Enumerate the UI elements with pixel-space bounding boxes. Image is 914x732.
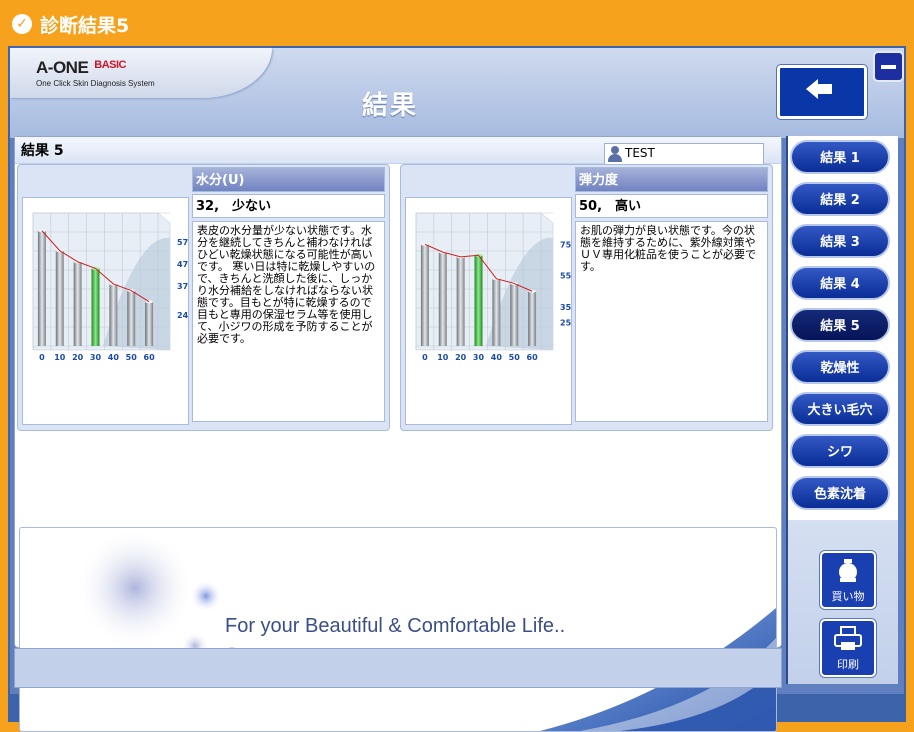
back-button[interactable] bbox=[777, 65, 867, 119]
moisture-panel: 0 10 20 30 40 50 60 57 47 37 24 水分(U) 32, 少ない 表皮の水… bbox=[17, 164, 390, 431]
sidebar-item-result-5[interactable]: 結果 5 bbox=[790, 308, 890, 342]
elasticity-chart: 0 10 20 30 40 50 60 75 55 35 25 bbox=[415, 212, 572, 362]
elasticity-description: お肌の弾力が良い状態です。今の状態を維持するために、紫外線対策やＵＶ専用化粧品を… bbox=[575, 221, 768, 422]
shopping-bottle-icon bbox=[839, 559, 857, 582]
result-content: 結果 5 TEST 0 10 20 30 40 50 60 57 47 37 24 水分(U) 32… bbox=[14, 136, 782, 732]
bottom-strip bbox=[14, 648, 782, 688]
user-icon bbox=[608, 146, 622, 162]
chart-bar bbox=[456, 256, 465, 346]
chart-bar bbox=[109, 283, 118, 346]
shopping-button[interactable]: 買い物 bbox=[820, 551, 876, 609]
logo: A-ONE BASIC One Click Skin Diagnosis Syst… bbox=[10, 48, 272, 98]
logo-main: A-ONE bbox=[36, 58, 89, 77]
moisture-title: 水分(U) bbox=[192, 167, 385, 192]
x-tick-label: 10 bbox=[437, 353, 449, 362]
user-name: TEST bbox=[625, 146, 655, 160]
sidebar-item-result-2[interactable]: 結果 2 bbox=[790, 182, 890, 216]
chart-bar bbox=[510, 283, 519, 346]
x-tick-label: 30 bbox=[90, 353, 102, 362]
page-title: 結果 bbox=[361, 91, 418, 121]
x-tick-label: 60 bbox=[527, 353, 539, 362]
chart-bar bbox=[492, 278, 501, 346]
window-title: 診断結果5 bbox=[40, 15, 130, 37]
x-tick-label: 0 bbox=[422, 353, 428, 362]
x-tick-label: 20 bbox=[455, 353, 467, 362]
chart-bar bbox=[73, 261, 82, 346]
x-tick-label: 10 bbox=[54, 353, 66, 362]
y-tick-label: 75 bbox=[560, 240, 571, 249]
y-tick-label: 24 bbox=[177, 311, 188, 320]
chart-bar bbox=[37, 230, 46, 346]
sidebar-item-pigmentation[interactable]: 色素沈着 bbox=[790, 476, 890, 510]
app-area: A-ONE BASIC One Click Skin Diagnosis Syst… bbox=[10, 48, 904, 732]
user-field: TEST bbox=[604, 143, 764, 165]
x-tick-label: 30 bbox=[473, 353, 485, 362]
elasticity-title: 弾力度 bbox=[575, 167, 768, 192]
x-tick-label: 0 bbox=[39, 353, 45, 362]
banner-text: For your Beautiful & Comfortable Life.. bbox=[225, 615, 566, 637]
print-button[interactable]: 印刷 bbox=[820, 619, 876, 677]
y-tick-label: 55 bbox=[560, 272, 571, 281]
logo-tagline: One Click Skin Diagnosis System bbox=[36, 79, 155, 88]
sidebar-item-large-pores[interactable]: 大きい毛穴 bbox=[790, 392, 890, 426]
moisture-description: 表皮の水分量が少ない状態です。水分を継続してきちんと補わなければひどい乾燥状態に… bbox=[192, 221, 385, 422]
chart-bar bbox=[438, 252, 447, 346]
sidebar-item-result-4[interactable]: 結果 4 bbox=[790, 266, 890, 300]
x-tick-label: 20 bbox=[72, 353, 84, 362]
y-tick-label: 57 bbox=[177, 238, 188, 247]
minimize-button[interactable] bbox=[873, 51, 904, 82]
window-titlebar: ✓ 診断結果5 bbox=[0, 0, 914, 46]
x-tick-label: 40 bbox=[491, 353, 503, 362]
chart-bar-highlight bbox=[474, 255, 483, 346]
y-tick-label: 37 bbox=[177, 282, 188, 291]
x-tick-label: 50 bbox=[509, 353, 521, 362]
chart-bar-highlight bbox=[91, 268, 100, 346]
moisture-chart-box: 0 10 20 30 40 50 60 57 47 37 24 bbox=[22, 197, 189, 425]
sidebar-item-wrinkles[interactable]: シワ bbox=[790, 434, 890, 468]
moisture-value: 32, 少ない bbox=[192, 194, 385, 218]
chart-bar bbox=[420, 244, 429, 346]
chart-bar bbox=[528, 291, 537, 346]
chart-bar bbox=[127, 290, 136, 346]
elasticity-chart-box: 0 10 20 30 40 50 60 75 55 35 25 bbox=[405, 197, 572, 425]
check-icon: ✓ bbox=[12, 14, 32, 34]
x-tick-label: 40 bbox=[108, 353, 120, 362]
sidebar-item-dryness[interactable]: 乾燥性 bbox=[790, 350, 890, 384]
y-tick-label: 25 bbox=[560, 319, 571, 328]
chart-bar bbox=[55, 250, 64, 346]
app-header: A-ONE BASIC One Click Skin Diagnosis Syst… bbox=[10, 48, 904, 138]
elasticity-panel: 0 10 20 30 40 50 60 75 55 35 25 弾力度 50, 高い お肌の弾力が良… bbox=[400, 164, 773, 431]
sidebar: 結果 1 結果 2 結果 3 結果 4 結果 5 乾燥性 大きい毛穴 シワ 色素… bbox=[786, 136, 898, 684]
x-tick-label: 60 bbox=[144, 353, 156, 362]
shopping-label: 買い物 bbox=[831, 590, 865, 603]
arrow-left-icon bbox=[806, 79, 832, 99]
elasticity-value: 50, 高い bbox=[575, 194, 768, 218]
y-tick-label: 47 bbox=[177, 260, 188, 269]
result-label: 結果 5 bbox=[21, 143, 64, 159]
x-tick-label: 50 bbox=[126, 353, 138, 362]
sidebar-item-result-1[interactable]: 結果 1 bbox=[790, 140, 890, 174]
y-tick-label: 35 bbox=[560, 303, 571, 312]
logo-edition: BASIC bbox=[94, 59, 127, 71]
moisture-chart: 0 10 20 30 40 50 60 57 47 37 24 bbox=[32, 212, 189, 362]
banner: For your Beautiful & Comfortable Life.. bbox=[19, 527, 777, 732]
sidebar-item-result-3[interactable]: 結果 3 bbox=[790, 224, 890, 258]
chart-bar bbox=[145, 301, 154, 346]
print-label: 印刷 bbox=[837, 658, 859, 671]
printer-icon bbox=[834, 626, 862, 650]
